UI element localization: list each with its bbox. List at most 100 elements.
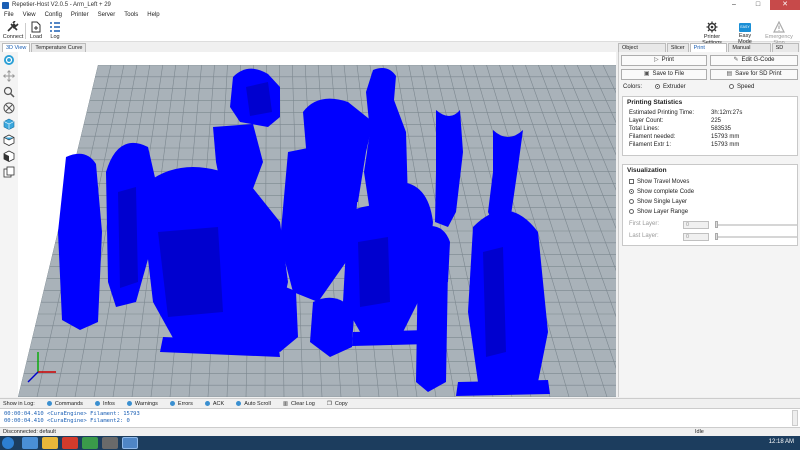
log-output[interactable]: 00:00:04.410 <CuraEngine> Filament: 1579… bbox=[0, 408, 800, 427]
log-warnings-label: Warnings bbox=[134, 400, 158, 407]
log-button[interactable]: Log bbox=[47, 21, 63, 40]
play-icon: ▷ bbox=[654, 57, 659, 63]
menu-bar: File View Config Printer Server Tools He… bbox=[0, 10, 800, 20]
toggle-on-icon bbox=[204, 401, 210, 406]
close-button[interactable]: ✕ bbox=[770, 0, 800, 10]
copy-log-button[interactable]: ❐ Copy bbox=[327, 401, 348, 407]
menu-view[interactable]: View bbox=[23, 12, 36, 18]
save-sd-label: Save for SD Print bbox=[735, 71, 782, 77]
rotate-view-icon[interactable] bbox=[3, 54, 15, 66]
tab-3d-view[interactable]: 3D View bbox=[2, 43, 31, 52]
panel-tabs: Object Placement Slicer Print Preview Ma… bbox=[618, 43, 800, 58]
stat-label: Filament needed: bbox=[629, 134, 676, 140]
auto-scroll-toggle[interactable]: Auto Scroll bbox=[236, 401, 271, 407]
menu-file[interactable]: File bbox=[4, 12, 14, 18]
tab-temperature-curve[interactable]: Temperature Curve bbox=[31, 43, 87, 52]
print-button[interactable]: ▷ Print bbox=[621, 55, 707, 66]
show-single-layer-option[interactable]: Show Single Layer bbox=[629, 199, 687, 205]
log-line: 00:00:04.410 <CuraEngine> Filament: 1579… bbox=[4, 411, 140, 417]
load-button[interactable]: Load bbox=[28, 21, 44, 40]
show-single-label: Show Single Layer bbox=[637, 199, 688, 206]
menu-help[interactable]: Help bbox=[147, 12, 159, 18]
first-layer-slider-handle[interactable] bbox=[715, 221, 718, 228]
menu-tools[interactable]: Tools bbox=[124, 12, 138, 18]
stat-value: 225 bbox=[711, 118, 722, 124]
explorer-taskbar-icon[interactable] bbox=[42, 437, 58, 449]
app-taskbar-icon[interactable] bbox=[102, 437, 118, 449]
maximize-button[interactable]: □ bbox=[746, 0, 770, 10]
top-view-icon[interactable] bbox=[3, 134, 15, 146]
radio-selected-icon bbox=[655, 84, 660, 89]
last-layer-slider-handle[interactable] bbox=[715, 233, 718, 240]
title-bar: Repetier-Host V2.0.5 - Arm_Left + 29 – □… bbox=[0, 0, 800, 10]
show-travel-moves-option[interactable]: Show Travel Moves bbox=[629, 179, 689, 185]
log-scrollbar[interactable] bbox=[792, 410, 798, 426]
gear-icon bbox=[706, 21, 718, 33]
view-tabs: 3D View Temperature Curve bbox=[2, 43, 87, 52]
clear-icon: ▥ bbox=[282, 400, 289, 407]
menu-config[interactable]: Config bbox=[45, 12, 62, 18]
status-bar: Disconnected: default Idle bbox=[0, 427, 800, 436]
color-extruder-option[interactable]: Extruder bbox=[655, 84, 686, 90]
connection-status: Disconnected: default bbox=[3, 429, 56, 435]
repetier-taskbar-icon[interactable] bbox=[122, 437, 138, 449]
menu-printer[interactable]: Printer bbox=[71, 12, 89, 18]
log-errors-label: Errors bbox=[177, 400, 193, 407]
zoom-icon[interactable] bbox=[3, 86, 15, 98]
stat-label: Estimated Printing Time: bbox=[629, 110, 695, 116]
log-ack-toggle[interactable]: ACK bbox=[204, 401, 224, 407]
first-layer-spinner[interactable]: 0 bbox=[683, 221, 709, 229]
tab-sd-card[interactable]: SD Card bbox=[771, 43, 800, 58]
show-complete-label: Show complete Code bbox=[637, 189, 695, 196]
start-button-icon[interactable] bbox=[2, 437, 14, 449]
edit-gcode-button[interactable]: ✎ Edit G-Code bbox=[710, 55, 798, 66]
stats-title: Printing Statistics bbox=[627, 99, 683, 106]
chrome-taskbar-icon[interactable] bbox=[82, 437, 98, 449]
log-warnings-toggle[interactable]: Warnings bbox=[126, 400, 158, 407]
visualization-group: Visualization Show Travel Moves Show com… bbox=[622, 164, 798, 246]
tab-print-preview[interactable]: Print Preview bbox=[689, 43, 728, 58]
tab-object-placement[interactable]: Object Placement bbox=[618, 43, 666, 58]
3d-viewport[interactable] bbox=[18, 52, 616, 397]
minimize-button[interactable]: – bbox=[722, 0, 746, 10]
log-commands-toggle[interactable]: Commands bbox=[46, 400, 83, 407]
log-infos-toggle[interactable]: Infos bbox=[94, 401, 115, 407]
copy-objects-icon[interactable] bbox=[3, 166, 15, 178]
log-errors-toggle[interactable]: Errors bbox=[169, 400, 193, 407]
save-to-file-button[interactable]: ▣ Save to File bbox=[621, 69, 707, 80]
stat-label: Total Lines: bbox=[629, 126, 660, 132]
last-layer-label: Last Layer: bbox=[629, 233, 659, 239]
show-range-label: Show Layer Range bbox=[637, 209, 689, 216]
menu-server[interactable]: Server bbox=[98, 12, 116, 18]
show-complete-code-option[interactable]: Show complete Code bbox=[629, 189, 694, 195]
log-commands-label: Commands bbox=[54, 400, 83, 407]
first-layer-label: First Layer: bbox=[629, 221, 660, 227]
save-sd-button[interactable]: ▤ Save for SD Print bbox=[710, 69, 798, 80]
radio-icon bbox=[729, 84, 734, 89]
move-object-icon[interactable] bbox=[3, 102, 15, 114]
move-view-icon[interactable] bbox=[3, 70, 15, 82]
front-view-icon[interactable] bbox=[3, 118, 15, 130]
copy-icon: ❐ bbox=[326, 400, 332, 407]
save-icon: ▣ bbox=[643, 71, 650, 77]
show-layer-range-option[interactable]: Show Layer Range bbox=[629, 209, 688, 215]
tab-manual-control[interactable]: Manual Control bbox=[728, 43, 771, 58]
ie-taskbar-icon[interactable] bbox=[22, 437, 38, 449]
clear-log-button[interactable]: ▥ Clear Log bbox=[283, 401, 315, 407]
connect-button[interactable]: Connect bbox=[2, 21, 24, 40]
last-layer-slider[interactable] bbox=[715, 236, 797, 238]
color-speed-option[interactable]: Speed bbox=[729, 84, 754, 90]
toolbar-separator bbox=[25, 23, 26, 39]
model-long-leg bbox=[468, 210, 548, 394]
stat-value: 15793 mm bbox=[711, 142, 740, 148]
tab-slicer[interactable]: Slicer bbox=[666, 43, 689, 52]
side-view-icon[interactable] bbox=[3, 150, 15, 162]
easy-mode-button[interactable]: EASY Easy Mode bbox=[732, 21, 758, 45]
plug-icon bbox=[7, 21, 19, 32]
color-extruder-label: Extruder bbox=[663, 84, 686, 91]
save-to-file-label: Save to File bbox=[652, 71, 685, 77]
view-tools bbox=[0, 52, 18, 397]
last-layer-spinner[interactable]: 0 bbox=[683, 233, 709, 241]
media-taskbar-icon[interactable] bbox=[62, 437, 78, 449]
first-layer-slider[interactable] bbox=[715, 224, 797, 226]
